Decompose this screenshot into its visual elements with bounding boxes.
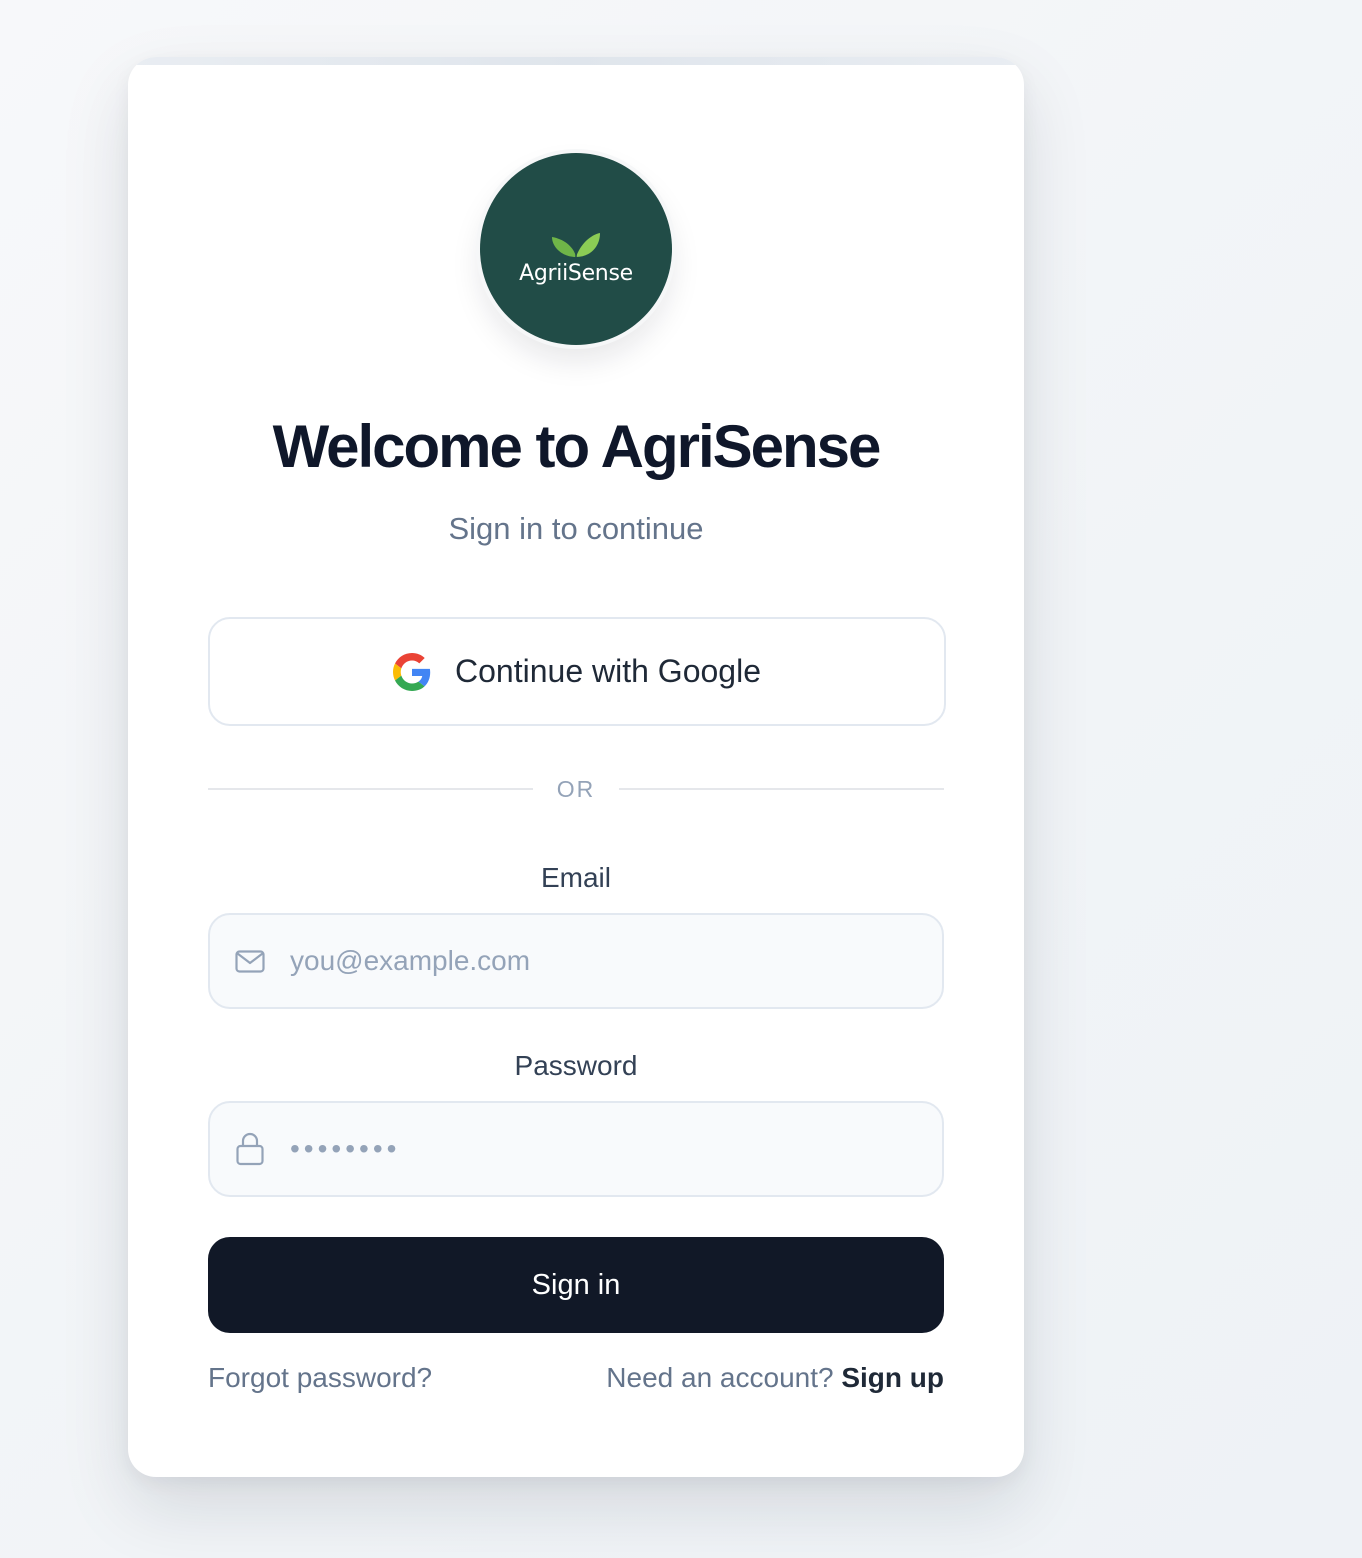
card-top-accent <box>128 57 1024 65</box>
page-subtitle: Sign in to continue <box>448 511 704 546</box>
logo-wordmark: AgriiSense <box>519 261 633 286</box>
google-button-label: Continue with Google <box>455 653 761 689</box>
brand-logo: AgriiSense <box>480 153 672 345</box>
or-divider: OR <box>208 769 944 809</box>
password-field-wrapper[interactable] <box>208 1101 944 1197</box>
sign-up-prompt: Need an account? Sign up <box>606 1362 944 1394</box>
email-input[interactable] <box>290 915 920 1007</box>
password-input[interactable] <box>290 1103 920 1195</box>
google-g-icon <box>393 652 431 691</box>
password-label: Password <box>514 1050 638 1081</box>
lock-icon <box>234 1131 266 1166</box>
need-account-text: Need an account? <box>606 1362 842 1393</box>
forgot-password-link[interactable]: Forgot password? <box>208 1362 432 1394</box>
sign-up-link[interactable]: Sign up <box>841 1362 944 1393</box>
mail-icon <box>234 946 266 978</box>
continue-with-google-button[interactable]: Continue with Google <box>208 617 946 726</box>
email-label: Email <box>540 862 611 893</box>
leaf-icon <box>552 233 600 258</box>
divider-line-right <box>619 788 944 790</box>
login-card: AgriiSense Welcome to AgriSense Sign in … <box>128 57 1024 1477</box>
sign-in-button[interactable]: Sign in <box>208 1237 944 1333</box>
page-title: Welcome to AgriSense <box>272 413 882 480</box>
email-field-wrapper[interactable] <box>208 913 944 1009</box>
